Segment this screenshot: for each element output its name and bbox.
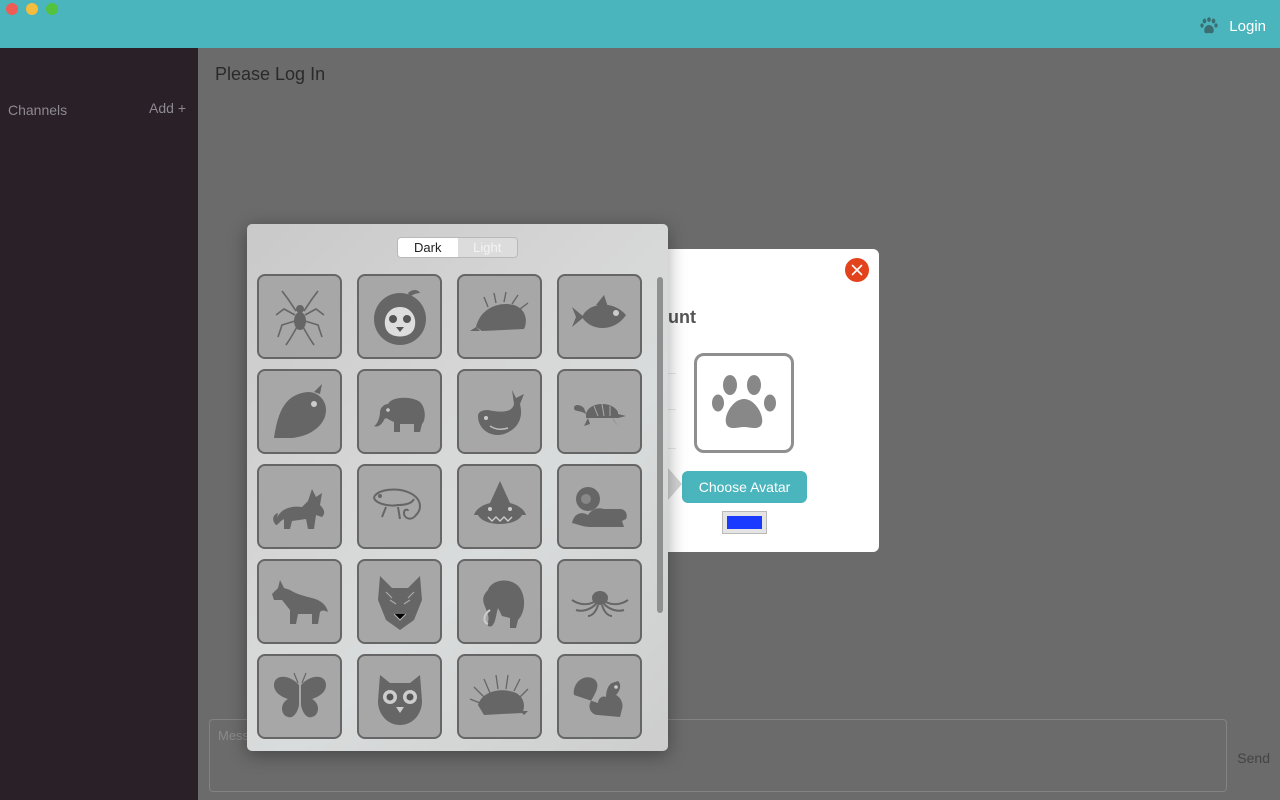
avatar-hedgehog[interactable] (457, 274, 542, 359)
login-label: Login (1229, 17, 1266, 35)
avatar-bird[interactable] (257, 369, 342, 454)
avatar-squirrel[interactable] (557, 654, 642, 739)
avatar-porcupine[interactable] (457, 654, 542, 739)
avatar-penguin[interactable] (357, 274, 442, 359)
elephant-icon (373, 397, 425, 432)
segment-light[interactable]: Light (457, 238, 517, 257)
octopus-icon (570, 590, 629, 617)
add-channel-button[interactable]: Add + (149, 100, 186, 116)
theme-segmented-control[interactable]: Dark Light (397, 237, 518, 258)
window-maximize-button[interactable] (46, 3, 58, 15)
login-button[interactable]: Login (1199, 16, 1266, 36)
owl-icon (377, 674, 422, 725)
paw-icon (1200, 17, 1218, 34)
mammoth-icon (482, 580, 524, 628)
avatar-wolf[interactable] (257, 559, 342, 644)
sidebar: Channels Add + (0, 48, 198, 800)
scrollbar-thumb[interactable] (657, 277, 663, 613)
window-close-button[interactable] (6, 3, 18, 15)
lion-icon (571, 486, 627, 527)
avatar-whale[interactable] (457, 369, 542, 454)
avatar-turtle[interactable] (557, 369, 642, 454)
penguin-icon (373, 289, 426, 345)
avatar-owl[interactable] (357, 654, 442, 739)
avatar-lion[interactable] (557, 464, 642, 549)
wolf-icon (271, 579, 328, 624)
color-swatch (727, 516, 762, 529)
hedgehog-icon (469, 291, 528, 331)
window-minimize-button[interactable] (26, 3, 38, 15)
wolf-head-icon (377, 575, 422, 630)
avatar-color-well[interactable] (722, 511, 767, 534)
butterfly-icon (273, 672, 326, 717)
fox-icon (272, 488, 324, 529)
avatar-picker-popover: Dark Light (247, 224, 668, 751)
avatar-preview[interactable] (694, 353, 794, 453)
avatar-shark[interactable] (457, 464, 542, 549)
bird-icon (273, 383, 326, 438)
shark-icon (473, 480, 526, 524)
segment-dark[interactable]: Dark (398, 238, 458, 257)
choose-avatar-button[interactable]: Choose Avatar (682, 471, 807, 503)
chameleon-icon (372, 488, 421, 520)
avatar-chameleon[interactable] (357, 464, 442, 549)
whale-icon (477, 389, 524, 435)
avatar-butterfly[interactable] (257, 654, 342, 739)
avatar-elephant[interactable] (357, 369, 442, 454)
dialog-close-button[interactable] (845, 258, 869, 282)
turtle-icon (573, 403, 626, 426)
avatar-mammoth[interactable] (457, 559, 542, 644)
avatar-fish[interactable] (557, 274, 642, 359)
paw-icon (712, 375, 776, 428)
popover-arrow (668, 468, 682, 500)
close-icon (851, 264, 863, 276)
fish-icon (571, 294, 626, 328)
avatar-wolf-head[interactable] (357, 559, 442, 644)
title-bar: Login (0, 0, 1280, 48)
squirrel-icon (573, 676, 623, 717)
avatar-octopus[interactable] (557, 559, 642, 644)
spider-icon (275, 290, 324, 345)
page-title: Please Log In (215, 64, 326, 84)
channels-label: Channels (8, 102, 68, 118)
avatar-fox[interactable] (257, 464, 342, 549)
porcupine-icon (469, 674, 528, 715)
send-button[interactable]: Send (1237, 750, 1270, 766)
message-placeholder: Mess (218, 728, 250, 743)
avatar-spider[interactable] (257, 274, 342, 359)
